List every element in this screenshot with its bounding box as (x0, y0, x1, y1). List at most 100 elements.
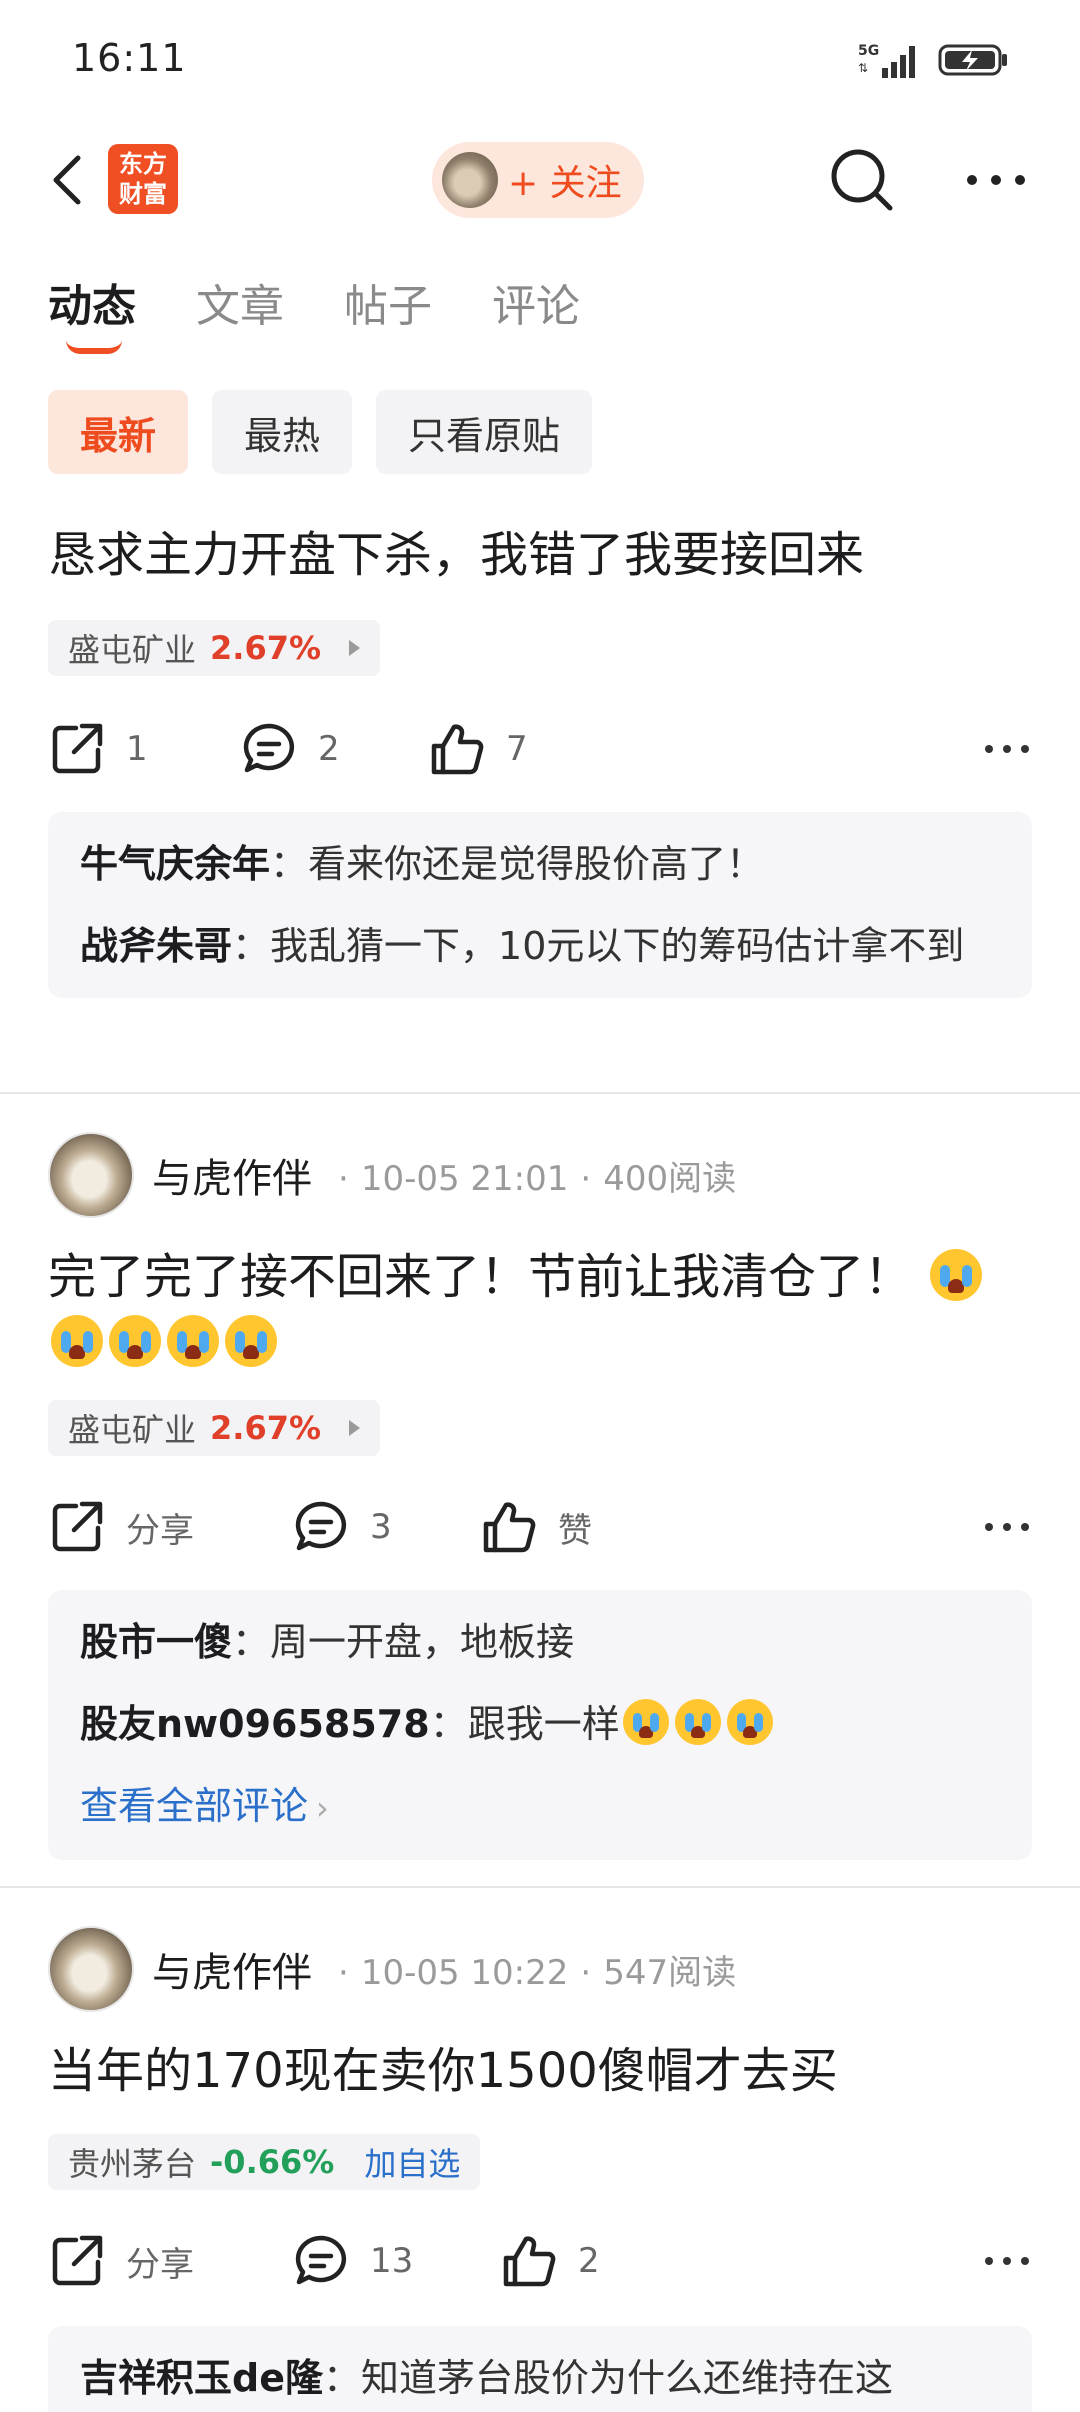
like-button[interactable]: 2 (500, 2226, 600, 2296)
more-icon[interactable] (960, 150, 1032, 210)
post-title[interactable]: 当年的170现在卖你1500傻帽才去买 (48, 2038, 1038, 2104)
filter-chips: 最新 最热 只看原贴 (48, 390, 593, 474)
tab-dynamics[interactable]: 动态 (48, 270, 136, 354)
filter-original-only[interactable]: 只看原贴 (376, 390, 593, 474)
avatar (442, 152, 498, 208)
like-count: 2 (578, 2241, 600, 2281)
more-icon[interactable] (982, 724, 1032, 774)
comment-item[interactable]: 吉祥积玉de隆：知道茅台股价为什么还维持在这 (80, 2348, 1000, 2408)
comment-preview: 股市一傻：周一开盘，地板接 股友nw09658578：跟我一样 查看全部评论 › (48, 1590, 1032, 1860)
comment-author[interactable]: 股友nw09658578 (80, 1702, 430, 1746)
post-meta: · 10-05 10:22 · 547阅读 (338, 1952, 737, 1993)
tab-comments[interactable]: 评论 (492, 270, 580, 334)
top-navbar: 东方 财富 + 关注 (0, 130, 1080, 230)
see-all-comments-link[interactable]: 查看全部评论 › (80, 1776, 1000, 1838)
crying-emoji-icon (930, 1249, 983, 1301)
like-button[interactable]: 赞 (480, 1492, 592, 1562)
filter-latest[interactable]: 最新 (48, 390, 189, 474)
tab-label: 评论 (492, 281, 580, 332)
post-actions: 1 2 7 (48, 714, 1032, 784)
stock-name: 盛屯矿业 (68, 1411, 197, 1449)
comment-count: 3 (370, 1507, 392, 1547)
share-icon (52, 723, 103, 774)
share-button[interactable]: 分享 (48, 2226, 194, 2296)
comment-author[interactable]: 牛气庆余年 (80, 842, 270, 886)
comment-item[interactable]: 战斧朱哥：我乱猜一下，10元以下的筹码估计拿不到 (80, 916, 1000, 976)
app-logo[interactable]: 东方 财富 (108, 144, 178, 214)
tab-articles[interactable]: 文章 (196, 270, 284, 334)
comment-text: 跟我一样 (467, 1702, 620, 1746)
avatar[interactable] (48, 1926, 134, 2012)
comment-button[interactable]: 13 (292, 2226, 413, 2296)
comment-text: 我乱猜一下，10元以下的筹码估计拿不到 (270, 924, 965, 968)
filter-hottest[interactable]: 最热 (212, 390, 353, 474)
comment-icon (295, 1501, 347, 1551)
stock-tag[interactable]: 盛屯矿业 2.67% (48, 620, 381, 676)
like-button[interactable]: 7 (428, 714, 528, 784)
like-label: 赞 (558, 1510, 592, 1551)
stock-tag[interactable]: 贵州茅台 -0.66% 加自选 (48, 2134, 481, 2190)
stock-change: 2.67% (210, 1409, 322, 1447)
comment-item[interactable]: 股市一傻：周一开盘，地板接 (80, 1612, 1000, 1672)
battery-charging-icon (938, 44, 1007, 76)
stock-tag[interactable]: 盛屯矿业 2.67% (48, 1400, 381, 1456)
comment-text: 知道茅台股价为什么还维持在这 (361, 2356, 894, 2400)
crying-emoji-icon (109, 1315, 161, 1367)
crying-emoji-icon (622, 1699, 669, 1745)
comment-icon (243, 723, 295, 773)
crying-emoji-icon (225, 1315, 277, 1367)
active-tab-indicator (66, 340, 122, 354)
share-icon (52, 2235, 103, 2286)
status-indicators: 5G ⇅ (858, 40, 1010, 80)
like-count: 7 (506, 729, 528, 769)
tab-label: 帖子 (344, 281, 432, 332)
comment-text: 看来你还是觉得股价高了！ (308, 842, 765, 886)
comment-item[interactable]: 牛气庆余年：看来你还是觉得股价高了！ (80, 834, 1000, 894)
more-icon[interactable] (982, 2236, 1032, 2286)
post-time: 10-05 10:22 (360, 1952, 569, 1993)
post-time: 10-05 21:01 (360, 1158, 569, 1199)
comment-author[interactable]: 股市一傻 (80, 1620, 232, 1664)
status-time: 16:11 (72, 36, 187, 80)
follow-button[interactable]: + 关注 (432, 142, 644, 218)
back-arrow-icon[interactable] (44, 150, 94, 210)
comment-item[interactable]: 股友nw09658578：跟我一样 (80, 1694, 1000, 1754)
thumbs-up-icon (483, 1502, 536, 1553)
comment-text: 周一开盘，地板接 (270, 1620, 575, 1664)
thumbs-up-icon (431, 724, 484, 775)
post-title[interactable]: 完了完了接不回来了！节前让我清仓了！ (48, 1244, 1038, 1376)
logo-text-line2: 财富 (119, 180, 167, 208)
more-icon[interactable] (982, 1502, 1032, 1552)
svg-text:⇅: ⇅ (858, 61, 868, 75)
share-label: 分享 (126, 2244, 194, 2285)
avatar[interactable] (48, 1132, 134, 1218)
tab-label: 动态 (48, 281, 136, 332)
add-to-watchlist-button[interactable]: 加自选 (364, 2139, 460, 2185)
stock-name: 贵州茅台 (68, 2145, 197, 2183)
tab-posts[interactable]: 帖子 (344, 270, 432, 334)
stock-name: 盛屯矿业 (68, 631, 197, 669)
post-title[interactable]: 恳求主力开盘下杀，我错了我要接回来 (48, 522, 1038, 588)
share-button[interactable]: 分享 (48, 1492, 194, 1562)
status-bar: 16:11 5G ⇅ (0, 0, 1080, 120)
read-count: 547阅读 (603, 1952, 737, 1993)
comment-count: 13 (370, 2241, 414, 2281)
signal-5g-icon: 5G ⇅ (858, 43, 915, 78)
post-title-text: 完了完了接不回来了！节前让我清仓了！ (48, 1249, 913, 1305)
comment-author[interactable]: 战斧朱哥 (80, 924, 232, 968)
comment-button[interactable]: 2 (240, 714, 340, 784)
search-icon[interactable] (826, 144, 898, 216)
svg-text:5G: 5G (858, 43, 879, 59)
share-button[interactable]: 1 (48, 714, 148, 784)
comment-icon (295, 2235, 347, 2285)
author-name[interactable]: 与虎作伴 (152, 1940, 312, 1998)
crying-emoji-icon (167, 1315, 219, 1367)
stock-change: -0.66% (210, 2143, 335, 2181)
comment-button[interactable]: 3 (292, 1492, 392, 1562)
logo-text-line1: 东方 (119, 150, 167, 178)
comment-author[interactable]: 吉祥积玉de隆 (80, 2356, 323, 2400)
author-name[interactable]: 与虎作伴 (152, 1146, 312, 1204)
comment-preview: 吉祥积玉de隆：知道茅台股价为什么还维持在这 (48, 2326, 1032, 2412)
share-label: 分享 (126, 1510, 194, 1551)
post-actions: 分享 3 赞 (48, 1492, 1032, 1562)
